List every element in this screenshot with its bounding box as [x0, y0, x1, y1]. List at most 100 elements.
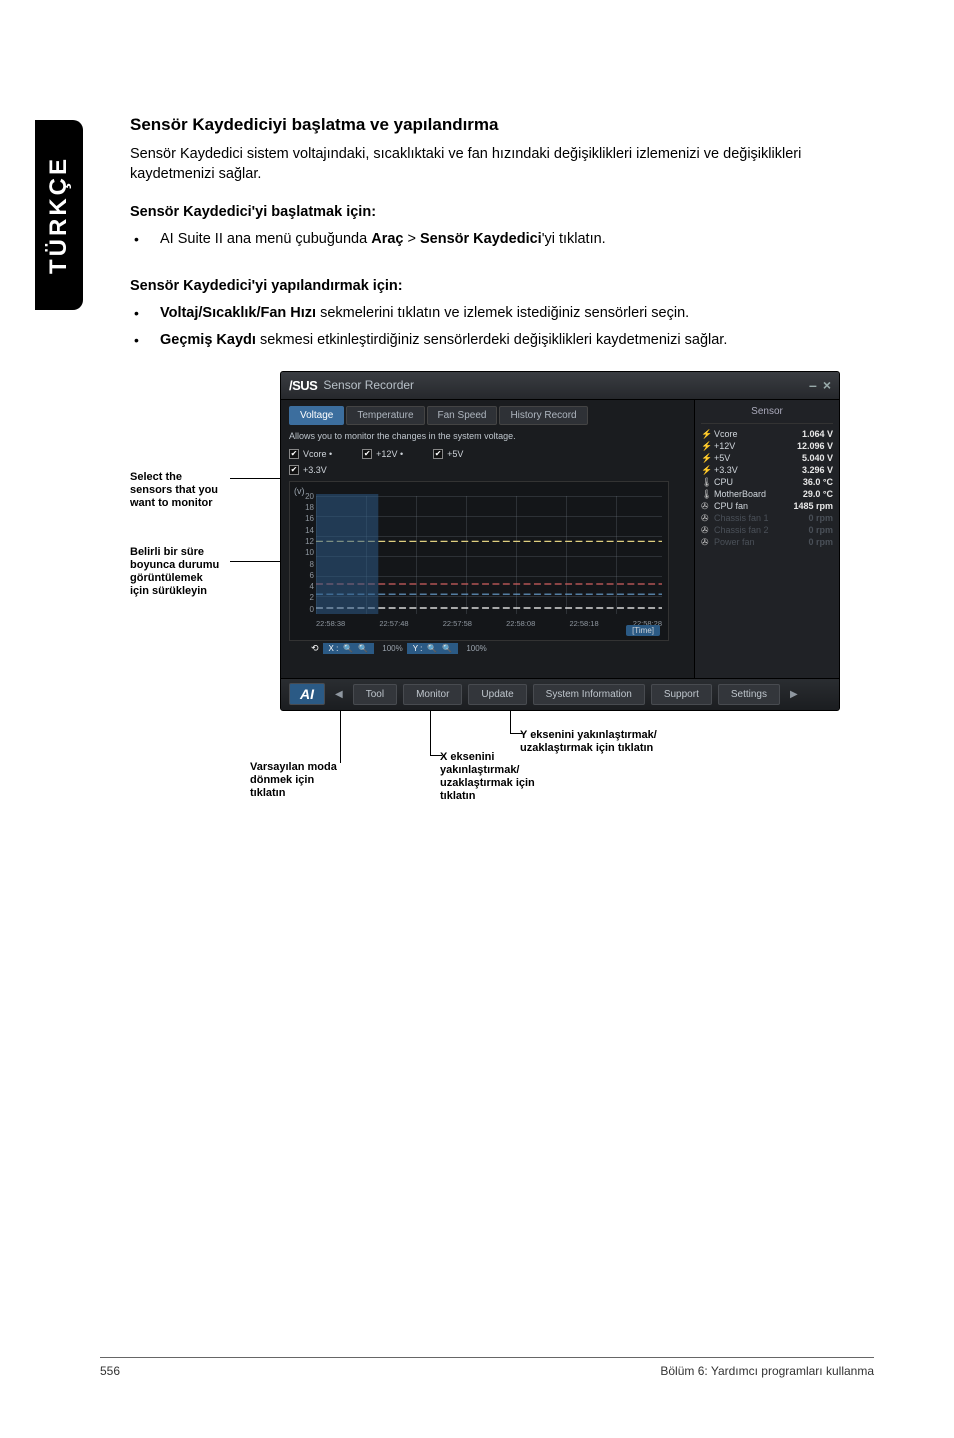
ai-logo-button[interactable]: AI: [289, 683, 325, 705]
zoom-out-icon[interactable]: 🔍: [427, 644, 437, 653]
checkbox-box-icon: [362, 449, 372, 459]
tab-fan-speed[interactable]: Fan Speed: [427, 406, 498, 425]
sensor-reading-row: ✇CPU fan1485 rpm: [701, 500, 833, 512]
sensor-value: 0 rpm: [808, 513, 833, 523]
minimize-button[interactable]: –: [809, 377, 817, 393]
sensor-label: CPU: [714, 477, 803, 487]
callout-default-return: Varsayılan moda dönmek için tıklatın: [250, 761, 337, 801]
bottom-sysinfo-button[interactable]: System Information: [533, 684, 645, 705]
sensor-recorder-window: /SUS Sensor Recorder – × Voltage Tempera…: [280, 371, 840, 711]
bullet-row: • AI Suite II ana menü çubuğunda Araç > …: [130, 230, 870, 250]
zoom-y-control[interactable]: Y : 🔍 🔍: [407, 643, 459, 654]
sensor-value: 36.0 °C: [803, 477, 833, 487]
sensor-label: Vcore: [714, 429, 802, 439]
intro-paragraph: Sensör Kaydedici sistem voltajındaki, sı…: [130, 145, 870, 184]
y-tick: 8: [296, 560, 314, 569]
sensor-value: 5.040 V: [802, 453, 833, 463]
bottom-settings-button[interactable]: Settings: [718, 684, 780, 705]
zoom-x-value: 100%: [382, 644, 402, 653]
sensor-panel-header: Sensor: [701, 404, 833, 424]
sensor-value: 1485 rpm: [793, 501, 833, 511]
text-run: sekmesi etkinleştirdiğiniz sensörlerdeki…: [260, 332, 727, 348]
checkbox-label: +12V •: [376, 449, 403, 459]
x-tick: 22:57:48: [379, 619, 408, 628]
x-tick: 22:58:38: [316, 619, 345, 628]
checkbox-label: +5V: [447, 449, 463, 459]
checkbox-3v3[interactable]: +3.3V: [289, 465, 327, 475]
y-tick: 20: [296, 492, 314, 501]
page-number: 556: [100, 1364, 120, 1378]
window-titlebar: /SUS Sensor Recorder – ×: [281, 372, 839, 400]
bottom-tool-button[interactable]: Tool: [353, 684, 397, 705]
text-bold: Voltaj/Sıcaklık/Fan Hızı: [160, 305, 320, 321]
x-tick: 22:57:58: [443, 619, 472, 628]
callout-x-zoom: X eksenini yakınlaştırmak/ uzaklaştırmak…: [440, 751, 535, 804]
zoom-in-icon[interactable]: 🔍: [442, 644, 452, 653]
sensor-reading-row: 🌡CPU36.0 °C: [701, 476, 833, 488]
callout-y-zoom: Y eksenini yakınlaştırmak/ uzaklaştırmak…: [520, 729, 657, 755]
checkbox-label: +3.3V: [303, 465, 327, 475]
nav-left-icon[interactable]: ◀: [331, 689, 347, 700]
y-tick: 2: [296, 593, 314, 602]
sensor-reading-row: ⚡+5V5.040 V: [701, 452, 833, 464]
tab-voltage[interactable]: Voltage: [289, 406, 344, 425]
y-tick: 18: [296, 503, 314, 512]
tab-history-record[interactable]: History Record: [499, 406, 587, 425]
bullet-text: Geçmiş Kaydı sekmesi etkinleştirdiğiniz …: [160, 331, 870, 351]
tabs-row: Voltage Temperature Fan Speed History Re…: [289, 406, 686, 425]
text-bold: Sensör Kaydedici: [420, 231, 542, 247]
fan-icon: ✇: [701, 537, 711, 547]
sensor-reading-row: ✇Power fan0 rpm: [701, 536, 833, 548]
tab-temperature[interactable]: Temperature: [346, 406, 424, 425]
sensor-value: 3.296 V: [802, 465, 833, 475]
checkbox-label: Vcore •: [303, 449, 332, 459]
zoom-out-icon[interactable]: 🔍: [343, 644, 353, 653]
sensor-label: Chassis fan 1: [714, 513, 808, 523]
config-heading: Sensör Kaydedici'yi yapılandırmak için:: [130, 278, 870, 294]
sensor-label: Power fan: [714, 537, 808, 547]
page-footer: 556 Bölüm 6: Yardımcı programları kullan…: [100, 1357, 874, 1378]
nav-right-icon[interactable]: ▶: [786, 689, 802, 700]
sensor-label: MotherBoard: [714, 489, 803, 499]
y-tick: 0: [296, 605, 314, 614]
y-tick: 14: [296, 526, 314, 535]
text-run: sekmelerini tıklatın ve izlemek istediği…: [320, 305, 689, 321]
fan-icon: ✇: [701, 513, 711, 523]
sensor-reading-row: ✇Chassis fan 20 rpm: [701, 524, 833, 536]
zoom-x-control[interactable]: X : 🔍 🔍: [323, 643, 375, 654]
sensor-checkbox-row: Vcore • +12V • +5V: [289, 449, 686, 459]
language-side-tab: TÜRKÇE: [35, 120, 83, 310]
text-run: >: [403, 231, 420, 247]
sensor-label: +3.3V: [714, 465, 802, 475]
text-bold: Araç: [371, 231, 403, 247]
bottom-support-button[interactable]: Support: [651, 684, 712, 705]
bottom-monitor-button[interactable]: Monitor: [403, 684, 462, 705]
zoom-controls: ⟲ X : 🔍 🔍 100% Y : 🔍 🔍 100%: [311, 643, 686, 654]
sensor-label: +12V: [714, 441, 797, 451]
close-button[interactable]: ×: [823, 377, 831, 393]
sensor-value: 0 rpm: [808, 525, 833, 535]
voltage-chart[interactable]: (v) 20 18 16 14 12 10 8 6 4 2 0: [289, 481, 669, 641]
bottom-update-button[interactable]: Update: [468, 684, 526, 705]
checkbox-12v[interactable]: +12V •: [362, 449, 403, 459]
start-heading: Sensör Kaydedici'yi başlatmak için:: [130, 204, 870, 220]
brand-logo: /SUS: [289, 378, 317, 393]
zoom-reset-icon[interactable]: ⟲: [311, 643, 319, 654]
bolt-icon: ⚡: [701, 465, 711, 475]
bullet-row: • Geçmiş Kaydı sekmesi etkinleştirdiğini…: [130, 331, 870, 351]
text-bold: Geçmiş Kaydı: [160, 332, 260, 348]
zoom-in-icon[interactable]: 🔍: [358, 644, 368, 653]
sensor-side-panel: Sensor ⚡Vcore1.064 V⚡+12V12.096 V⚡+5V5.0…: [694, 400, 839, 678]
y-tick: 4: [296, 582, 314, 591]
checkbox-vcore[interactable]: Vcore •: [289, 449, 332, 459]
window-title: Sensor Recorder: [323, 378, 414, 392]
x-tick: 22:58:18: [569, 619, 598, 628]
sensor-reading-row: ⚡Vcore1.064 V: [701, 428, 833, 440]
fan-icon: ✇: [701, 501, 711, 511]
chart-time-badge: [Time]: [626, 625, 660, 636]
checkbox-box-icon: [289, 465, 299, 475]
sensor-value: 1.064 V: [802, 429, 833, 439]
language-label: TÜRKÇE: [45, 156, 73, 274]
checkbox-5v[interactable]: +5V: [433, 449, 463, 459]
bottom-toolbar: AI ◀ Tool Monitor Update System Informat…: [281, 678, 839, 710]
